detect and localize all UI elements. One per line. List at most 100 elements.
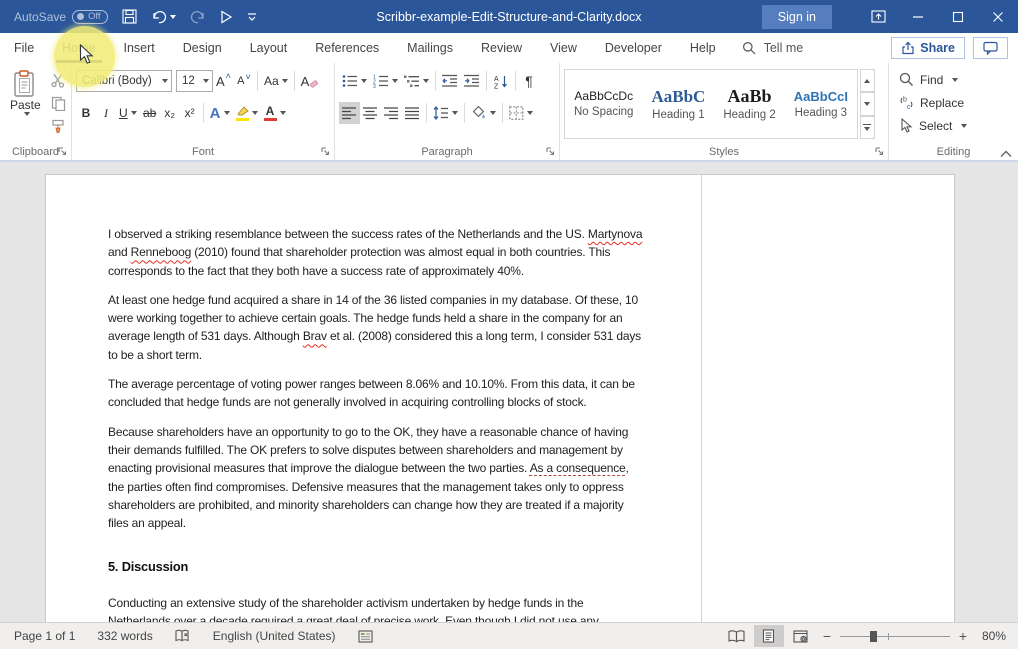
styles-scroll-down-button[interactable] bbox=[860, 92, 875, 115]
styles-more-button[interactable] bbox=[860, 116, 875, 139]
clear-formatting-button[interactable]: A bbox=[298, 70, 322, 92]
zoom-out-button[interactable]: − bbox=[818, 628, 836, 644]
font-dialog-launcher[interactable] bbox=[320, 146, 331, 157]
doc-paragraph[interactable]: I observed a striking resemblance betwee… bbox=[108, 225, 645, 280]
sort-button[interactable]: AZ bbox=[490, 70, 512, 92]
zoom-level[interactable]: 80% bbox=[982, 629, 1006, 643]
page-number-status[interactable]: Page 1 of 1 bbox=[8, 627, 81, 645]
sign-in-button[interactable]: Sign in bbox=[762, 5, 832, 29]
tab-help[interactable]: Help bbox=[676, 33, 730, 63]
tab-layout[interactable]: Layout bbox=[236, 33, 302, 63]
document-page[interactable]: I observed a striking resemblance betwee… bbox=[45, 174, 955, 622]
clipboard-dialog-launcher[interactable] bbox=[57, 146, 68, 157]
style-heading-1[interactable]: AaBbC Heading 1 bbox=[642, 70, 714, 138]
show-formatting-button[interactable]: ¶ bbox=[519, 70, 539, 92]
tab-design[interactable]: Design bbox=[169, 33, 236, 63]
language-status[interactable]: English (United States) bbox=[207, 627, 342, 645]
increase-indent-button[interactable] bbox=[461, 70, 483, 92]
zoom-slider[interactable] bbox=[840, 629, 950, 643]
style-heading-3[interactable]: AaBbCcI Heading 3 bbox=[785, 70, 857, 138]
doc-paragraph[interactable]: Because shareholders have an opportunity… bbox=[108, 423, 645, 533]
font-color-icon: A bbox=[264, 105, 277, 121]
tab-file[interactable]: File bbox=[0, 33, 48, 63]
print-layout-button[interactable] bbox=[754, 625, 784, 647]
style-heading-2[interactable]: AaBb Heading 2 bbox=[714, 70, 784, 138]
strikethrough-button[interactable]: ab bbox=[140, 102, 160, 124]
format-painter-button[interactable] bbox=[49, 116, 69, 136]
numbering-button[interactable]: 123 bbox=[370, 70, 401, 92]
cut-button[interactable] bbox=[49, 70, 69, 90]
word-count-status[interactable]: 332 words bbox=[91, 627, 158, 645]
shrink-font-button[interactable]: A˅ bbox=[234, 70, 254, 92]
borders-button[interactable] bbox=[506, 102, 536, 124]
doc-paragraph[interactable]: The average percentage of voting power r… bbox=[108, 375, 645, 412]
doc-heading[interactable]: 5. Discussion bbox=[108, 558, 645, 576]
subscript-button[interactable]: x₂ bbox=[160, 102, 180, 124]
styles-scroll-up-button[interactable] bbox=[860, 69, 875, 92]
align-center-icon bbox=[363, 107, 378, 120]
zoom-in-button[interactable]: + bbox=[954, 628, 972, 644]
style-no-spacing[interactable]: AaBbCcDc No Spacing bbox=[565, 70, 642, 138]
align-left-button[interactable] bbox=[339, 102, 360, 124]
tab-developer[interactable]: Developer bbox=[591, 33, 676, 63]
proofing-status-button[interactable] bbox=[169, 627, 197, 645]
font-name-combo[interactable]: Calibri (Body) bbox=[76, 70, 172, 92]
font-color-button[interactable]: A bbox=[261, 102, 289, 124]
tab-references[interactable]: References bbox=[301, 33, 393, 63]
align-center-button[interactable] bbox=[360, 102, 381, 124]
text-highlight-button[interactable] bbox=[233, 102, 261, 124]
multilevel-list-button[interactable] bbox=[401, 70, 432, 92]
replace-button[interactable]: bc Replace bbox=[899, 91, 964, 114]
find-button[interactable]: Find bbox=[899, 68, 958, 91]
font-size-combo[interactable]: 12 bbox=[176, 70, 213, 92]
comments-button[interactable] bbox=[973, 37, 1008, 59]
ribbon-display-options-button[interactable] bbox=[858, 0, 898, 33]
customize-quick-access-button[interactable] bbox=[247, 12, 257, 22]
zoom-slider-handle[interactable] bbox=[870, 631, 877, 642]
grow-font-button[interactable]: A˄ bbox=[213, 70, 234, 92]
shading-button[interactable] bbox=[468, 102, 499, 124]
bullets-button[interactable] bbox=[339, 70, 370, 92]
select-button[interactable]: Select bbox=[899, 114, 967, 137]
styles-dialog-launcher[interactable] bbox=[874, 146, 885, 157]
superscript-button[interactable]: x² bbox=[180, 102, 200, 124]
paragraph-dialog-launcher[interactable] bbox=[545, 146, 556, 157]
autosave-toggle[interactable]: AutoSave Off bbox=[14, 10, 108, 24]
doc-paragraph[interactable]: At least one hedge fund acquired a share… bbox=[108, 291, 645, 364]
read-mode-icon bbox=[728, 630, 745, 643]
web-layout-button[interactable] bbox=[786, 625, 816, 647]
text-effects-button[interactable]: A bbox=[207, 102, 233, 124]
minimize-button[interactable] bbox=[898, 0, 938, 33]
tab-mailings[interactable]: Mailings bbox=[393, 33, 467, 63]
paste-button[interactable]: Paste bbox=[4, 68, 47, 143]
undo-button[interactable] bbox=[151, 10, 176, 24]
decrease-indent-button[interactable] bbox=[439, 70, 461, 92]
underline-button[interactable]: U bbox=[116, 102, 140, 124]
document-text[interactable]: I observed a striking resemblance betwee… bbox=[108, 225, 645, 622]
tab-insert[interactable]: Insert bbox=[110, 33, 169, 63]
text-run: and bbox=[108, 245, 131, 259]
close-button[interactable] bbox=[978, 0, 1018, 33]
line-spacing-button[interactable] bbox=[430, 102, 461, 124]
maximize-button[interactable] bbox=[938, 0, 978, 33]
redo-button[interactable] bbox=[190, 10, 206, 24]
tell-me-search[interactable]: Tell me bbox=[730, 33, 816, 63]
copy-button[interactable] bbox=[49, 93, 69, 113]
replace-icon: bc bbox=[899, 95, 914, 110]
bold-button[interactable]: B bbox=[76, 102, 96, 124]
share-button[interactable]: Share bbox=[891, 37, 965, 59]
tab-view[interactable]: View bbox=[536, 33, 591, 63]
change-case-button[interactable]: Aa bbox=[261, 70, 291, 92]
italic-button[interactable]: I bbox=[96, 102, 116, 124]
play-macro-button[interactable] bbox=[220, 10, 233, 24]
justify-button[interactable] bbox=[402, 102, 423, 124]
macro-recording-button[interactable] bbox=[352, 628, 379, 645]
find-caret-icon bbox=[952, 78, 958, 82]
tab-review[interactable]: Review bbox=[467, 33, 536, 63]
doc-paragraph[interactable]: Conducting an extensive study of the sha… bbox=[108, 594, 645, 622]
align-right-button[interactable] bbox=[381, 102, 402, 124]
save-button[interactable] bbox=[122, 9, 137, 24]
tab-home[interactable]: Home bbox=[48, 33, 109, 63]
read-mode-button[interactable] bbox=[722, 625, 752, 647]
collapse-ribbon-button[interactable] bbox=[1000, 150, 1012, 158]
